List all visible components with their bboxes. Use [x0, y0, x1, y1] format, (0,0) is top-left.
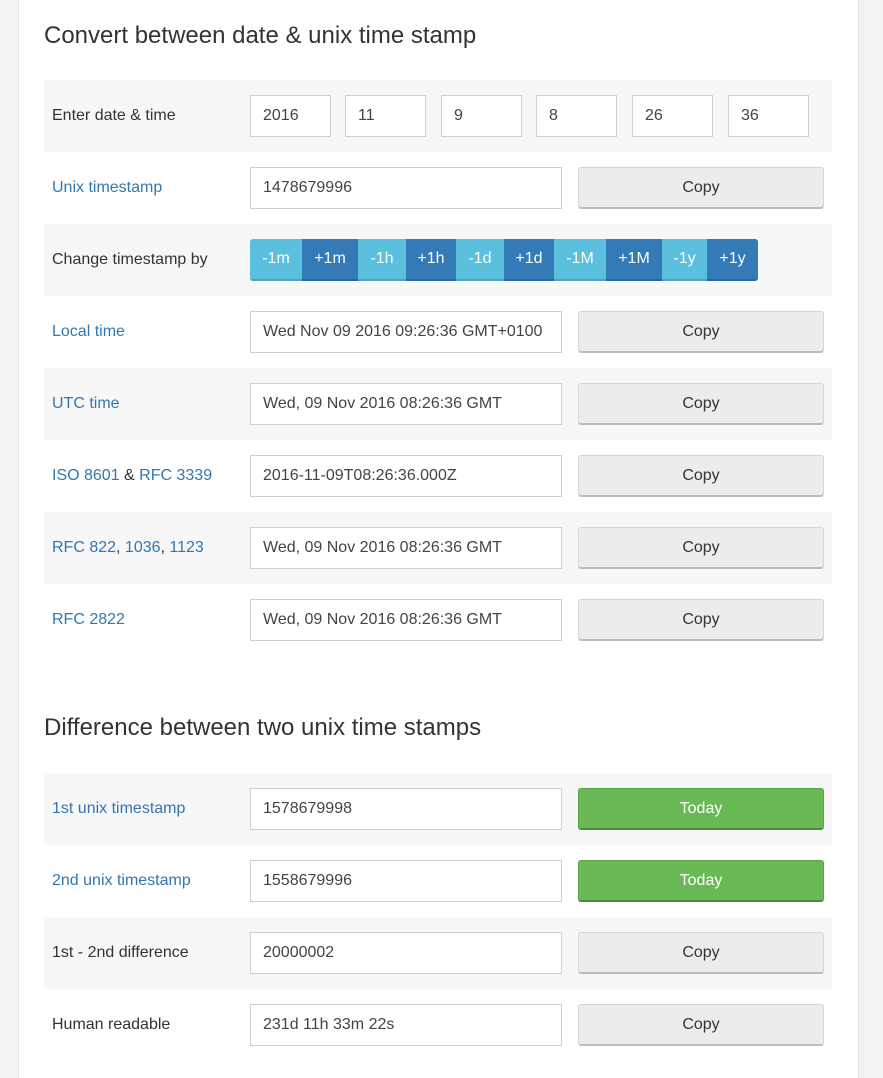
copy-difference-button[interactable]: Copy: [578, 932, 824, 974]
rfc-1036-link[interactable]: 1036: [125, 539, 161, 556]
copy-iso-button[interactable]: Copy: [578, 455, 824, 497]
copy-rfc-822-button[interactable]: Copy: [578, 527, 824, 569]
first-timestamp-link[interactable]: 1st unix timestamp: [52, 800, 185, 817]
second-input[interactable]: [728, 95, 809, 137]
unix-timestamp-row: Unix timestamp Copy: [44, 152, 832, 224]
local-time-link[interactable]: Local time: [52, 323, 125, 340]
date-time-label: Enter date & time: [52, 107, 176, 124]
iso-8601-label: ISO 8601 & RFC 3339: [52, 440, 212, 512]
second-timestamp-input[interactable]: [250, 860, 562, 902]
day-input[interactable]: [441, 95, 522, 137]
difference-label: 1st - 2nd difference: [52, 944, 189, 961]
minus-1-year-button[interactable]: -1y: [662, 239, 707, 281]
plus-1-minute-button[interactable]: +1m: [302, 239, 358, 281]
minus-1-minute-button[interactable]: -1m: [250, 239, 302, 281]
change-timestamp-label: Change timestamp by: [52, 251, 208, 268]
iso-8601-row: ISO 8601 & RFC 3339 Copy: [44, 440, 832, 512]
minus-1-month-button[interactable]: -1M: [554, 239, 606, 281]
difference-row: 1st - 2nd difference Copy: [44, 917, 832, 989]
second-timestamp-row: 2nd unix timestamp Today: [44, 845, 832, 917]
copy-unix-button[interactable]: Copy: [578, 167, 824, 209]
first-today-button[interactable]: Today: [578, 788, 824, 830]
plus-1-month-button[interactable]: +1M: [606, 239, 662, 281]
month-input[interactable]: [345, 95, 426, 137]
copy-local-time-button[interactable]: Copy: [578, 311, 824, 353]
difference-input[interactable]: [250, 932, 562, 974]
copy-human-readable-button[interactable]: Copy: [578, 1004, 824, 1046]
second-timestamp-link[interactable]: 2nd unix timestamp: [52, 872, 191, 889]
rfc-2822-input[interactable]: [250, 599, 562, 641]
date-time-row: Enter date & time: [44, 80, 832, 152]
converter-heading: Convert between date & unix time stamp: [44, 22, 477, 49]
hour-input[interactable]: [536, 95, 617, 137]
unix-timestamp-link[interactable]: Unix timestamp: [52, 179, 162, 196]
human-readable-row: Human readable Copy: [44, 989, 832, 1061]
iso-8601-link[interactable]: ISO 8601: [52, 467, 120, 484]
copy-utc-time-button[interactable]: Copy: [578, 383, 824, 425]
change-button-group: -1m +1m -1h +1h -1d +1d -1M +1M -1y +1y: [250, 239, 758, 281]
difference-heading: Difference between two unix time stamps: [44, 714, 482, 741]
iso-8601-input[interactable]: [250, 455, 562, 497]
local-time-row: Local time Copy: [44, 296, 832, 368]
second-today-button[interactable]: Today: [578, 860, 824, 902]
rfc-822-link[interactable]: RFC 822: [52, 539, 116, 556]
utc-time-row: UTC time Copy: [44, 368, 832, 440]
utc-time-link[interactable]: UTC time: [52, 395, 120, 412]
rfc-822-input[interactable]: [250, 527, 562, 569]
rfc-2822-row: RFC 2822 Copy: [44, 584, 832, 656]
rfc-822-row: RFC 822, 1036, 1123 Copy: [44, 512, 832, 584]
minus-1-hour-button[interactable]: -1h: [358, 239, 406, 281]
year-input[interactable]: [250, 95, 331, 137]
rfc-822-label: RFC 822, 1036, 1123: [52, 512, 204, 584]
human-readable-input[interactable]: [250, 1004, 562, 1046]
local-time-input[interactable]: [250, 311, 562, 353]
minus-1-day-button[interactable]: -1d: [456, 239, 504, 281]
iso-separator: &: [119, 467, 140, 484]
plus-1-hour-button[interactable]: +1h: [406, 239, 456, 281]
first-timestamp-row: 1st unix timestamp Today: [44, 773, 832, 845]
change-timestamp-row: Change timestamp by -1m +1m -1h +1h -1d …: [44, 224, 832, 296]
rfc-3339-link[interactable]: RFC 3339: [139, 467, 212, 484]
rfc-2822-link[interactable]: RFC 2822: [52, 611, 125, 628]
rfc-1123-link[interactable]: 1123: [169, 539, 203, 556]
human-readable-label: Human readable: [52, 1016, 171, 1033]
rfc-separator-1: ,: [116, 539, 125, 556]
utc-time-input[interactable]: [250, 383, 562, 425]
minute-input[interactable]: [632, 95, 713, 137]
copy-rfc-2822-button[interactable]: Copy: [578, 599, 824, 641]
plus-1-day-button[interactable]: +1d: [504, 239, 554, 281]
unix-timestamp-input[interactable]: [250, 167, 562, 209]
plus-1-year-button[interactable]: +1y: [707, 239, 758, 281]
first-timestamp-input[interactable]: [250, 788, 562, 830]
